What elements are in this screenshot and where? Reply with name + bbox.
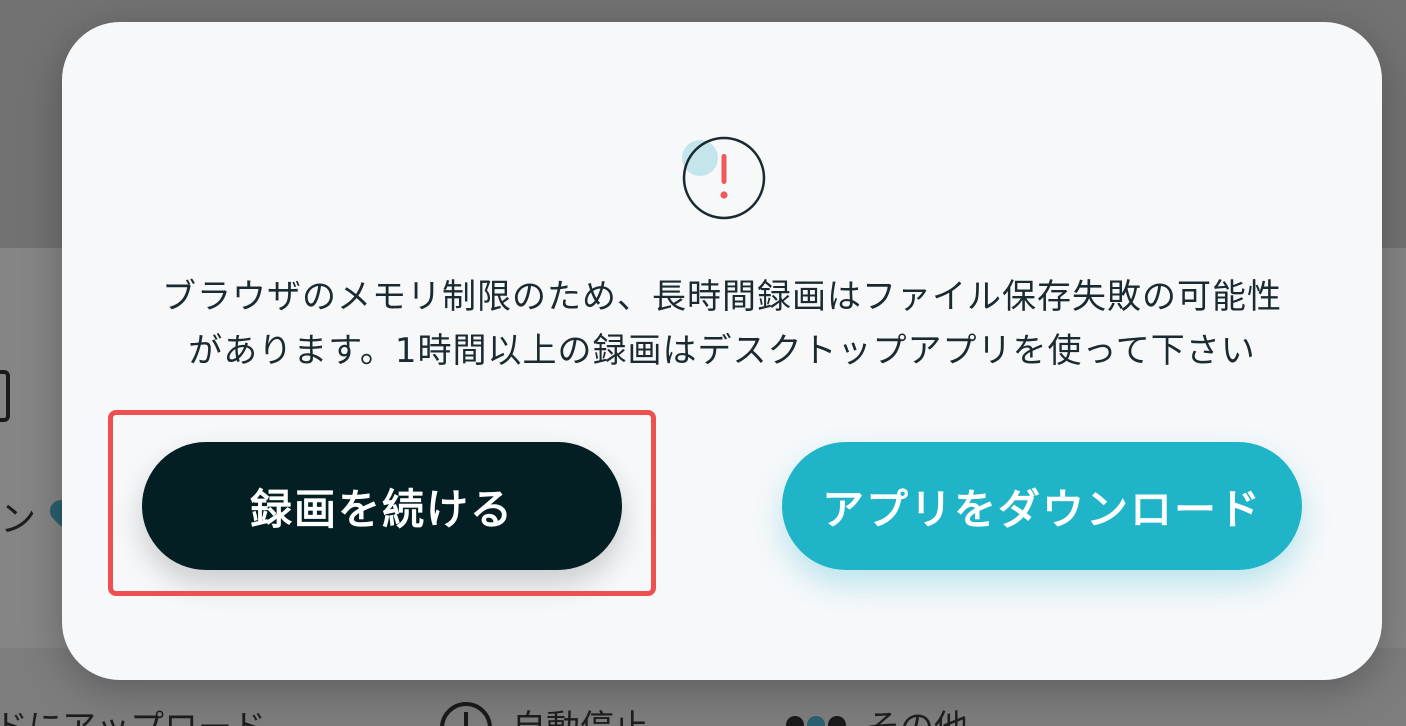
background-bottom-bar: ドにアップロード 自動停止 その他 <box>0 700 1406 726</box>
more-dots-icon <box>786 716 849 726</box>
warning-message-line-2: があります。1時間以上の録画はデスクトップアプリを使って下さい <box>188 331 1256 371</box>
continue-recording-button[interactable]: 録画を続ける <box>142 442 622 570</box>
alert-circle-icon <box>682 136 766 220</box>
more-options-label: その他 <box>866 700 968 726</box>
upload-option-label: ドにアップロード <box>0 700 266 726</box>
background-device-icon <box>0 370 10 422</box>
background-partial-label: ン <box>0 499 37 540</box>
warning-message-line-1: ブラウザのメモリ制限のため、長時間録画はファイル保存失敗の可能性 <box>162 277 1282 317</box>
download-app-button[interactable]: アプリをダウンロード <box>782 442 1302 570</box>
warning-message: ブラウザのメモリ制限のため、長時間録画はファイル保存失敗の可能性 があります。1… <box>122 270 1322 378</box>
memory-warning-dialog: ブラウザのメモリ制限のため、長時間録画はファイル保存失敗の可能性 があります。1… <box>62 22 1382 680</box>
auto-stop-label: 自動停止 <box>512 700 648 726</box>
